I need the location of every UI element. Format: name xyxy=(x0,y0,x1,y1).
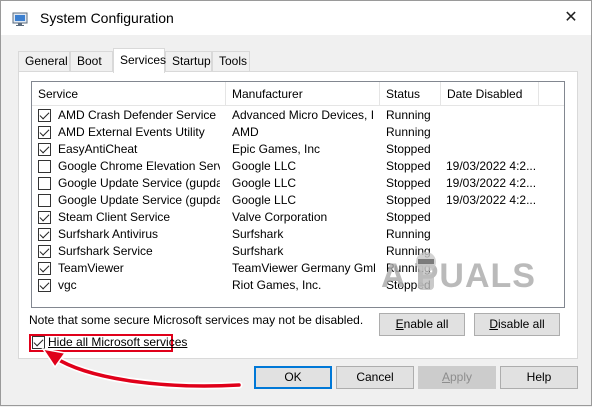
help-button[interactable]: Help xyxy=(500,366,578,389)
service-manufacturer: TeamViewer Germany GmbH xyxy=(232,261,375,275)
service-date-disabled: 19/03/2022 4:2... xyxy=(446,193,537,207)
table-row[interactable]: Google Update Service (gupdate) Google LL… xyxy=(32,175,564,192)
service-manufacturer: Epic Games, Inc xyxy=(232,142,321,156)
system-configuration-icon xyxy=(12,12,28,26)
service-manufacturer: Riot Games, Inc. xyxy=(232,278,322,292)
ok-button[interactable]: OK xyxy=(254,366,332,389)
service-status: Running xyxy=(386,227,431,241)
close-icon[interactable]: ✕ xyxy=(561,8,581,28)
service-name: EasyAntiCheat xyxy=(58,142,138,156)
hide-microsoft-services-checkbox[interactable] xyxy=(32,336,45,349)
service-manufacturer: Google LLC xyxy=(232,159,297,173)
apply-button[interactable]: Apply xyxy=(418,366,496,389)
service-checkbox[interactable] xyxy=(38,194,51,207)
table-row[interactable]: Surfshark Antivirus Surfshark Running xyxy=(32,226,564,243)
window-title: System Configuration xyxy=(40,10,174,26)
table-row[interactable]: AMD Crash Defender Service Advanced Micro… xyxy=(32,107,564,124)
service-name: Google Update Service (gupdate) xyxy=(58,176,220,190)
enable-all-label: nable all xyxy=(403,317,449,331)
service-checkbox[interactable] xyxy=(38,245,51,258)
service-manufacturer: Advanced Micro Devices, I... xyxy=(232,108,375,122)
service-date-disabled: 19/03/2022 4:2... xyxy=(446,159,537,173)
service-status: Running xyxy=(386,125,431,139)
service-name: Surfshark Antivirus xyxy=(58,227,159,241)
column-header-service[interactable]: Service xyxy=(32,82,226,106)
service-date-disabled: 19/03/2022 4:2... xyxy=(446,176,537,190)
title-bar[interactable]: System Configuration ✕ xyxy=(1,1,591,35)
service-checkbox[interactable] xyxy=(38,143,51,156)
service-name: Steam Client Service xyxy=(58,210,171,224)
column-header-status[interactable]: Status xyxy=(380,82,441,106)
service-name: AMD Crash Defender Service xyxy=(58,108,217,122)
service-checkbox[interactable] xyxy=(38,160,51,173)
service-checkbox[interactable] xyxy=(38,109,51,122)
service-manufacturer: AMD xyxy=(232,125,259,139)
service-name: Surfshark Service xyxy=(58,244,153,258)
service-manufacturer: Valve Corporation xyxy=(232,210,328,224)
table-row[interactable]: Steam Client Service Valve Corporation Sto… xyxy=(32,209,564,226)
service-name: Google Chrome Elevation Servic... xyxy=(58,159,220,173)
service-name: TeamViewer xyxy=(58,261,124,275)
service-manufacturer: Google LLC xyxy=(232,176,297,190)
apply-mnemonic: A xyxy=(441,370,450,384)
service-name: vgc xyxy=(58,278,77,292)
service-checkbox[interactable] xyxy=(38,177,51,190)
service-status: Running xyxy=(386,108,431,122)
apply-label: pply xyxy=(450,370,473,384)
service-status: Stopped xyxy=(386,142,431,156)
tab-services[interactable]: Services xyxy=(113,48,166,73)
disable-all-mnemonic: D xyxy=(489,317,498,331)
service-name: Google Update Service (gupdatem) xyxy=(58,193,220,207)
hide-microsoft-services-label[interactable]: Hide all Microsoft services xyxy=(48,335,187,349)
table-row[interactable]: EasyAntiCheat Epic Games, Inc Stopped xyxy=(32,141,564,158)
service-status: Stopped xyxy=(386,159,431,173)
table-row[interactable]: AMD External Events Utility AMD Running xyxy=(32,124,564,141)
tab-tools[interactable]: Tools xyxy=(212,51,250,72)
service-checkbox[interactable] xyxy=(38,126,51,139)
service-manufacturer: Surfshark xyxy=(232,244,284,258)
service-status: Stopped xyxy=(386,210,431,224)
service-manufacturer: Google LLC xyxy=(232,193,297,207)
column-header-manufacturer[interactable]: Manufacturer xyxy=(226,82,380,106)
column-header-date-disabled[interactable]: Date Disabled xyxy=(441,82,539,106)
tab-boot[interactable]: Boot xyxy=(70,51,113,72)
disable-all-label: isable all xyxy=(497,317,545,331)
system-configuration-window: System Configuration ✕ General Boot Serv… xyxy=(0,0,592,406)
microsoft-services-note: Note that some secure Microsoft services… xyxy=(29,313,364,327)
service-name: AMD External Events Utility xyxy=(58,125,205,139)
table-row[interactable]: Google Update Service (gupdatem) Google L… xyxy=(32,192,564,209)
table-row[interactable]: Google Chrome Elevation Servic... Google … xyxy=(32,158,564,175)
enable-all-mnemonic: E xyxy=(395,317,404,331)
service-checkbox[interactable] xyxy=(38,211,51,224)
service-checkbox[interactable] xyxy=(38,262,51,275)
service-status: Stopped xyxy=(386,193,431,207)
appuals-mascot-icon xyxy=(416,252,436,290)
cancel-button[interactable]: Cancel xyxy=(336,366,414,389)
list-header: Service Manufacturer Status Date Disable… xyxy=(32,82,564,106)
service-checkbox[interactable] xyxy=(38,228,51,241)
disable-all-button[interactable]: Disable all xyxy=(474,313,560,336)
service-checkbox[interactable] xyxy=(38,279,51,292)
tab-general[interactable]: General xyxy=(18,51,70,72)
tab-startup[interactable]: Startup xyxy=(165,51,212,72)
appuals-watermark: A PUALS xyxy=(381,257,536,295)
enable-all-button[interactable]: Enable all xyxy=(379,313,465,336)
service-status: Stopped xyxy=(386,176,431,190)
service-manufacturer: Surfshark xyxy=(232,227,284,241)
